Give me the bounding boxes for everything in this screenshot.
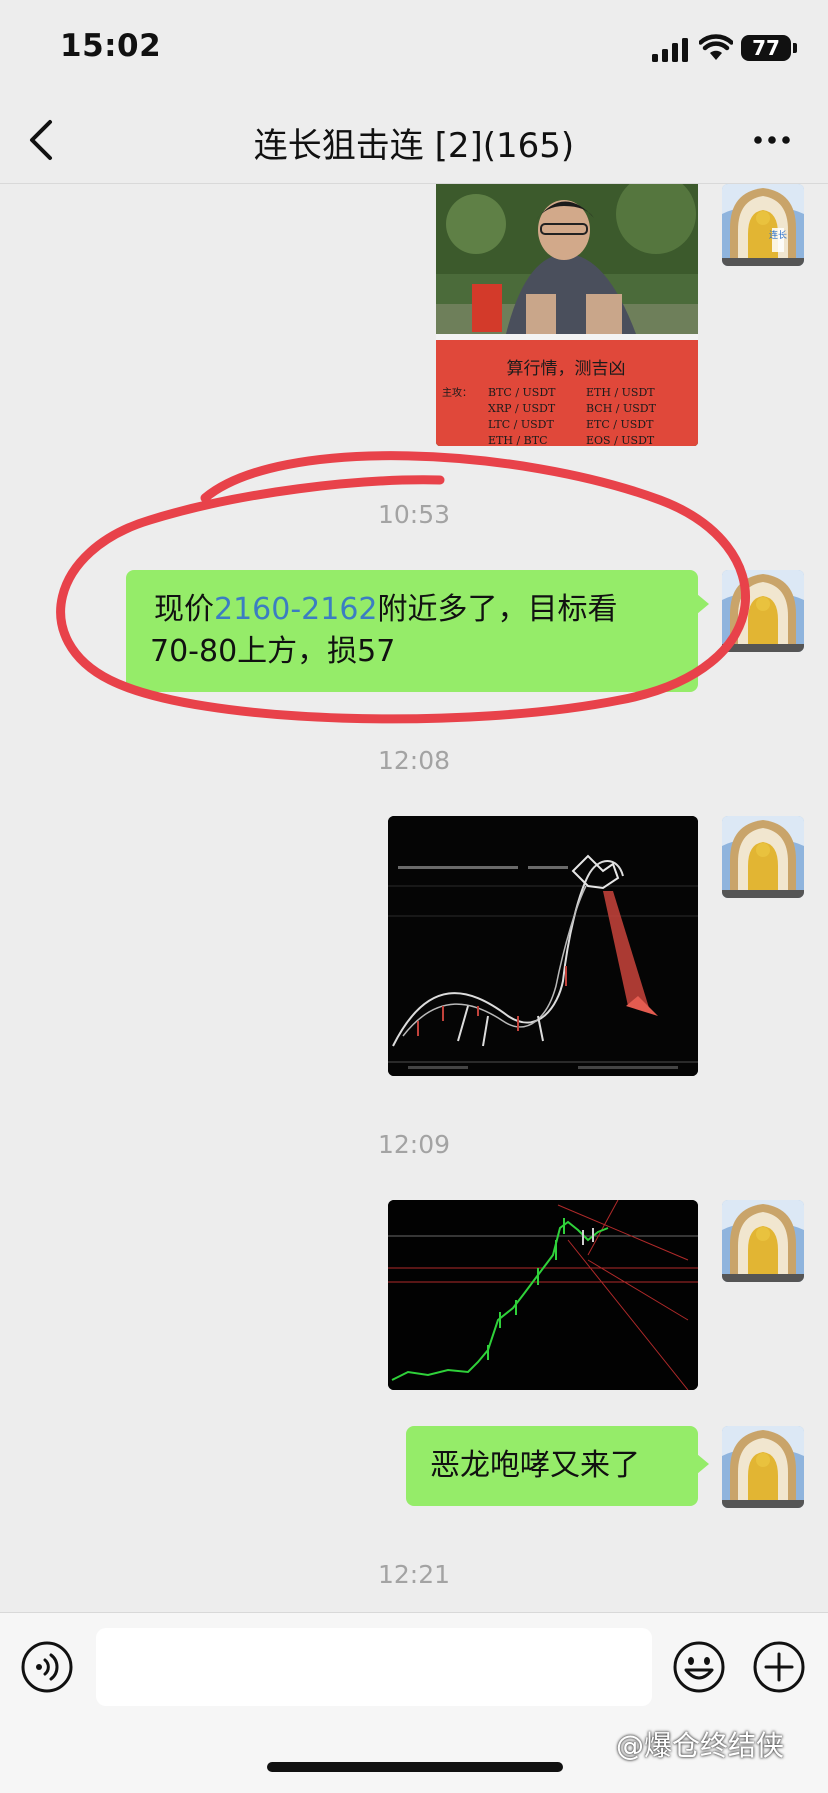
chat-image-dragon-chart[interactable] <box>388 816 698 1076</box>
bubble-tail <box>697 1454 709 1474</box>
sign-pair: ETH / USDT <box>586 386 655 399</box>
sign-prefix: 主攻： <box>442 386 472 399</box>
more-options-icon[interactable] <box>752 128 792 152</box>
message-input[interactable] <box>96 1628 652 1706</box>
wifi-icon <box>699 34 733 60</box>
status-time: 15:02 <box>60 28 162 64</box>
sign-pair: BTC / USDT <box>488 386 556 399</box>
battery-tip <box>793 43 797 53</box>
message-text: 恶龙咆哮又来了 <box>430 1448 640 1483</box>
message-bubble[interactable]: 恶龙咆哮又来了 <box>406 1426 709 1506</box>
chat-image-candle-chart[interactable] <box>388 1200 698 1390</box>
red-circle-annotation <box>56 451 750 724</box>
sign-title: 算行情，测吉凶 <box>507 359 626 379</box>
sign-pair: XRP / USDT <box>488 402 556 415</box>
home-indicator <box>267 1762 563 1772</box>
chat-title: 连长狙击连 [2](165) <box>253 126 575 166</box>
sign-pair: LTC / USDT <box>488 418 554 431</box>
add-plus-icon[interactable] <box>752 1640 806 1694</box>
emoji-icon[interactable] <box>672 1640 726 1694</box>
user-avatar[interactable] <box>722 1200 804 1282</box>
timestamp: 12:21 <box>377 1560 451 1589</box>
sign-pair: BCH / USDT <box>586 402 657 415</box>
chat-image-fortune-teller[interactable]: 算行情，测吉凶 主攻： BTC / USDT ETH / USDT XRP / … <box>436 184 698 446</box>
watermark: @爆仓终结侠 <box>616 1729 785 1762</box>
sign-pair: ETC / USDT <box>586 418 654 431</box>
timestamp: 12:08 <box>377 746 451 775</box>
avatar-label: 连长 <box>769 229 787 241</box>
battery-indicator: 77 <box>741 35 791 61</box>
timestamp: 12:09 <box>377 1130 451 1159</box>
cellular-signal-icon <box>652 38 688 62</box>
user-avatar[interactable]: 连长 <box>722 184 804 266</box>
voice-input-icon[interactable] <box>20 1640 74 1694</box>
user-avatar[interactable] <box>722 816 804 898</box>
header-divider <box>0 183 828 184</box>
user-avatar[interactable] <box>722 1426 804 1508</box>
